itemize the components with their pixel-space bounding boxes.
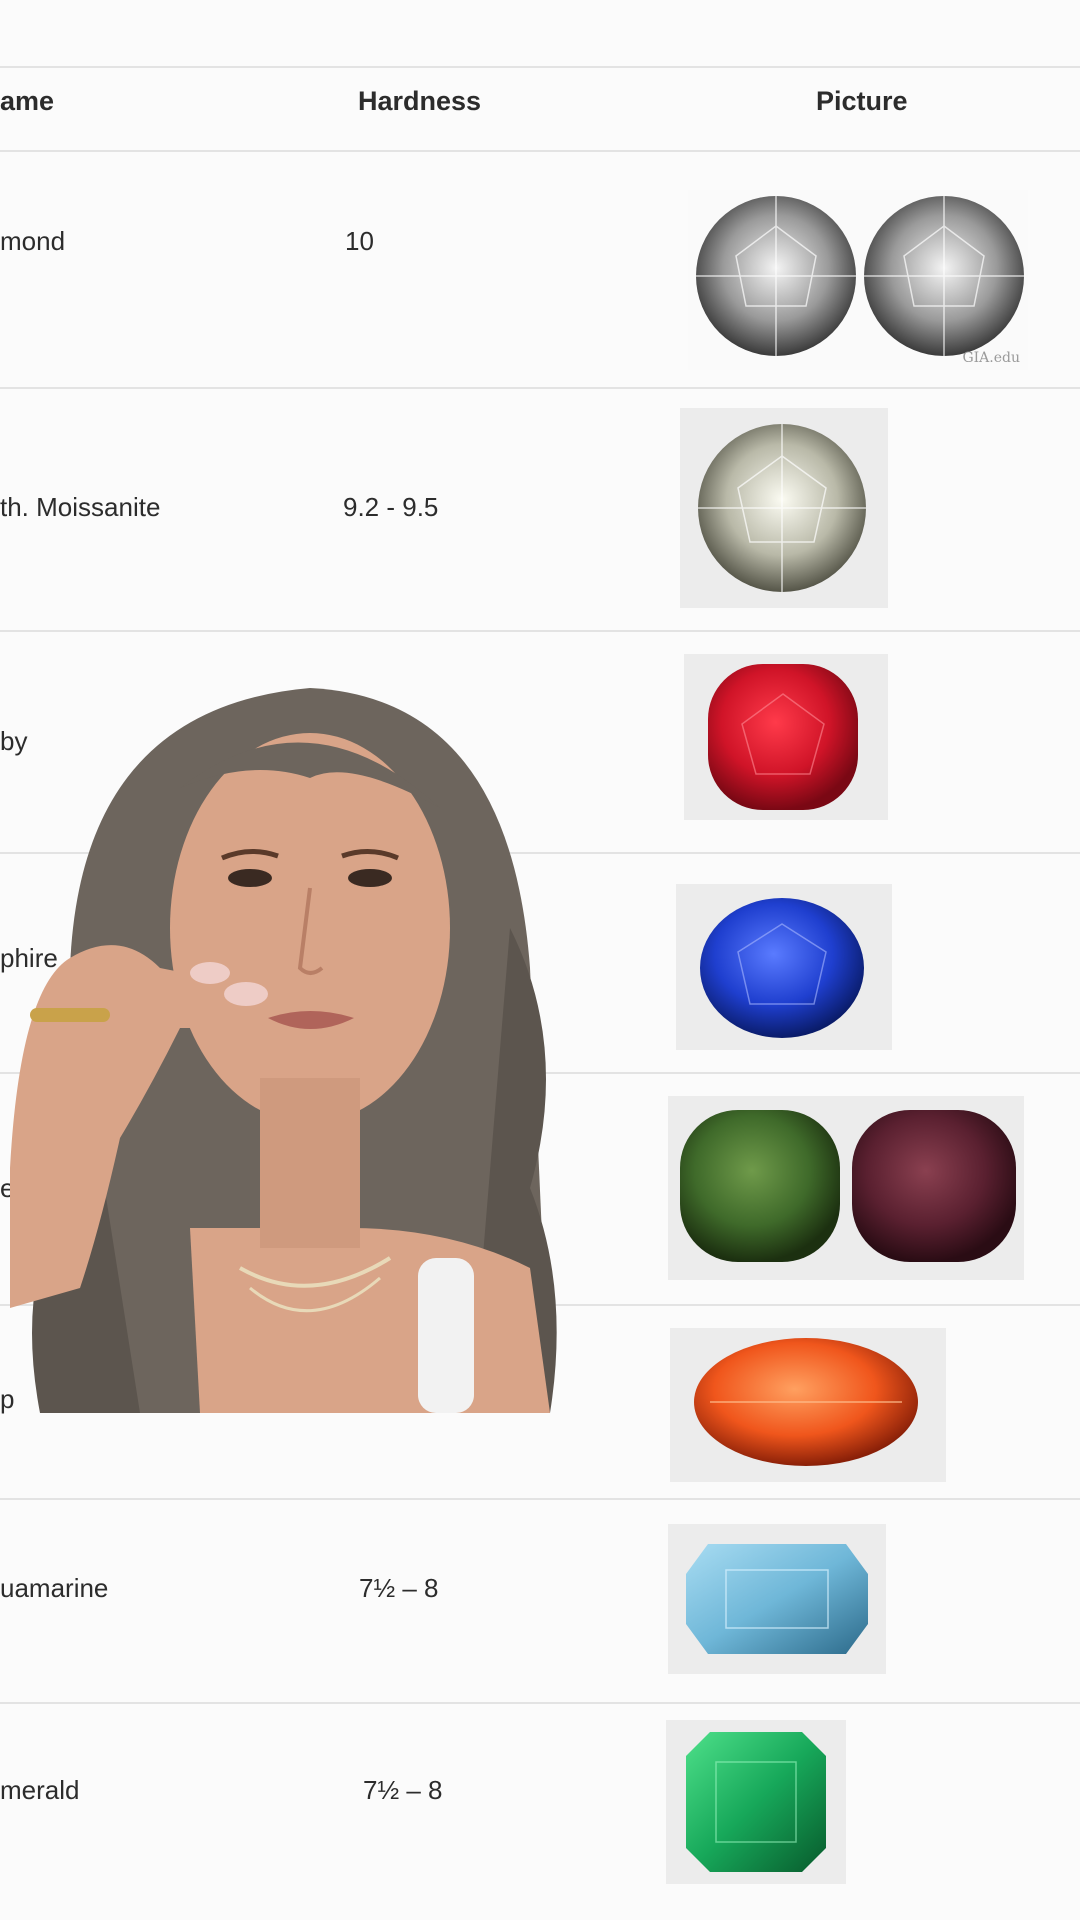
presenter-video-overlay bbox=[10, 668, 580, 1413]
gem-hardness: 7½ – 8 bbox=[359, 1573, 439, 1603]
column-header-name: ame bbox=[0, 86, 55, 116]
emerald-picture bbox=[666, 1720, 846, 1884]
gem-name: mond bbox=[0, 226, 66, 256]
gia-watermark: GIA.edu bbox=[962, 350, 1020, 366]
diamond-picture: GIA.edu bbox=[688, 190, 1028, 370]
gem-name: uamarine bbox=[0, 1573, 109, 1603]
gem-hardness: 10 bbox=[345, 226, 374, 256]
column-header-hardness: Hardness bbox=[358, 86, 482, 116]
presenter-illustration bbox=[10, 688, 557, 1413]
gem-hardness: 9.2 - 9.5 bbox=[343, 492, 439, 522]
gem-name: merald bbox=[0, 1775, 80, 1805]
alexandrite-picture bbox=[668, 1096, 1024, 1280]
moissanite-picture bbox=[680, 408, 888, 608]
row-divider bbox=[0, 630, 1080, 632]
table-top-border bbox=[0, 66, 1080, 68]
header-divider bbox=[0, 150, 1080, 152]
topaz-picture bbox=[670, 1328, 946, 1482]
row-divider bbox=[0, 1702, 1080, 1704]
aquamarine-picture bbox=[668, 1524, 886, 1674]
column-header-picture: Picture bbox=[816, 86, 908, 116]
ruby-picture bbox=[684, 654, 888, 820]
sapphire-picture bbox=[676, 884, 892, 1050]
row-divider bbox=[0, 387, 1080, 389]
gem-name: th. Moissanite bbox=[0, 492, 161, 522]
gem-hardness: 7½ – 8 bbox=[363, 1775, 443, 1805]
row-divider bbox=[0, 1498, 1080, 1500]
